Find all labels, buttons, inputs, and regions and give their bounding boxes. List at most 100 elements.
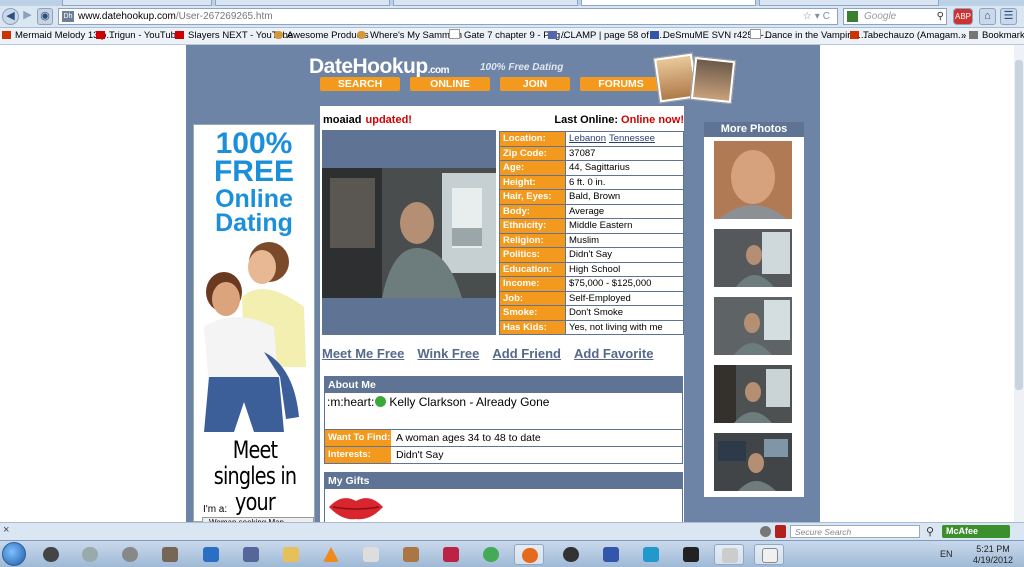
teamviewer-icon[interactable] [196,544,226,565]
secure-search-input[interactable]: Secure Search [790,525,920,538]
profile-panel: moaiad updated! Last Online: Online now! … [320,106,684,522]
hdd-icon[interactable] [36,544,66,565]
start-button-icon[interactable] [2,542,26,566]
pj64-icon[interactable] [436,544,466,565]
clamp-icon [548,31,557,39]
detail-row-income: Income: $75,000 - $125,000 [499,276,684,292]
add-favorite-link[interactable]: Add Favorite [574,346,653,361]
sandwich-icon [274,31,283,39]
profile-details-table: Location: Lebanon Tennessee Zip Code: 37087… [499,131,684,335]
wink-link[interactable]: Wink Free [417,346,479,361]
close-findbar-icon[interactable]: × [3,524,9,536]
home-icon[interactable]: ⌂ [979,8,996,25]
taskbar: EN 5:21 PM 4/19/2012 [0,540,1024,567]
bookmark-page-icon [449,29,460,39]
gimp-icon[interactable] [155,544,185,565]
obs-icon[interactable] [556,544,586,565]
toolbar-menu-icon[interactable]: ☰ [1000,8,1017,25]
bookmark-item[interactable]: Trigun - YouTube [96,28,181,44]
paint-icon[interactable] [714,544,744,565]
online-status: Online now! [621,114,684,126]
puzzle-icon[interactable] [476,544,506,565]
detail-row-height: Height: 6 ft. 0 in. [499,174,684,190]
forward-icon[interactable]: ▶ [19,8,36,25]
bookmarks-icon [968,31,978,39]
lips-gift-icon[interactable] [327,491,385,521]
meet-me-link[interactable]: Meet Me Free [322,346,404,361]
thumbnail-photo[interactable] [714,141,792,219]
shield-icon[interactable] [775,525,786,538]
more-photos-heading: More Photos [704,122,804,137]
location-link-city[interactable]: Lebanon [569,133,606,144]
thumbnail-photo[interactable] [714,433,792,491]
bookmark-item[interactable]: /CLAMP | page 58 of 1... [548,28,665,44]
main-profile-photo[interactable] [322,130,496,335]
ad-line-free: FREE [213,155,294,188]
detail-row-job: Job: Self-Employed [499,290,684,306]
app-icon[interactable] [236,544,266,565]
bookmark-item[interactable]: Where's My Sammich [357,28,462,44]
vlc-icon[interactable] [316,544,346,565]
search-icon[interactable]: ⚲ [926,525,934,538]
page-scrollbar[interactable] [1014,45,1024,522]
firefox-icon[interactable] [514,544,544,565]
ad-banner[interactable]: 100% FREE Online Dating Meet singles in … [193,124,315,541]
bookmark-item[interactable]: Dance in the Vampire ... [750,28,866,44]
about-me-heading: About Me [325,377,682,393]
menu-online[interactable]: ONLINE [410,77,490,91]
bookmarks-menu[interactable]: » Bookmarks [961,28,1024,44]
detail-row-body: Body: Average [499,203,684,219]
sandwich-icon [357,31,366,39]
folder-icon[interactable] [276,544,306,565]
back-icon[interactable]: ◀ [2,8,19,25]
add-friend-link[interactable]: Add Friend [492,346,561,361]
thumbnail-photo[interactable] [714,365,792,423]
thumbnail-photo[interactable] [714,229,792,287]
tools-icon[interactable] [396,544,426,565]
detail-row-smoke: Smoke: Don't Smoke [499,305,684,321]
more-photos-panel: More Photos [704,122,804,497]
meter-icon[interactable] [676,544,706,565]
header-photos [652,52,737,105]
site-tagline: 100% Free Dating [480,62,564,73]
location-link-state[interactable]: Tennessee [609,133,655,144]
menu-search[interactable]: SEARCH [320,77,400,91]
google-icon [847,11,858,22]
addon-icon[interactable]: ABP [953,8,973,25]
addon-circle-icon[interactable] [760,526,771,537]
language-indicator[interactable]: EN [940,549,953,559]
detail-row-politics: Politics: Didn't Say [499,247,684,263]
site-logo[interactable]: DateHookup.com [309,55,450,79]
bookmark-item[interactable]: Tabechauzo (Amagam... [850,28,966,44]
thumbnail-photo[interactable] [714,297,792,355]
url-host: www.datehookup.com [78,11,176,22]
about-me-box: About Me :m:heart: Kelly Clarkson - Alrea… [324,376,683,464]
film-reel-icon[interactable] [115,544,145,565]
menu-join[interactable]: JOIN [500,77,570,91]
url-path: /User-267269265.htm [175,11,273,22]
last-online: Last Online: Online now! [554,114,684,126]
scrollbar-thumb[interactable] [1015,60,1023,390]
gamepad-icon[interactable] [356,544,386,565]
smiley-icon [375,396,387,407]
bookmark-item[interactable]: Awesome Products [274,28,369,44]
my-gifts-heading: My Gifts [325,473,682,489]
system-clock[interactable]: 5:21 PM 4/19/2012 [968,544,1018,566]
menu-forums[interactable]: FORUMS [580,77,662,91]
bookmark-star-icon[interactable]: ☆▾C [803,9,833,24]
search-input[interactable]: Google ⚲ [843,8,947,25]
mcafee-button[interactable]: McAfee [942,525,1010,538]
detail-row-ethnicity: Ethnicity: Middle Eastern [499,218,684,234]
figure-icon[interactable] [636,544,666,565]
webcam-icon[interactable] [75,544,105,565]
bookmark-page-icon [2,31,11,39]
ad-couple-image [204,242,306,432]
notepad-icon[interactable] [754,544,784,565]
dolphin-icon[interactable] [596,544,626,565]
address-bar[interactable]: Dh www.datehookup.com/User-267269265.htm … [58,8,838,25]
bookmark-page-icon [750,29,761,39]
site-identity-icon[interactable]: ◉ [37,8,53,25]
header-photo-man [689,55,737,105]
status-bar: × Secure Search ⚲ McAfee [0,522,1024,540]
search-icon[interactable]: ⚲ [937,9,944,24]
